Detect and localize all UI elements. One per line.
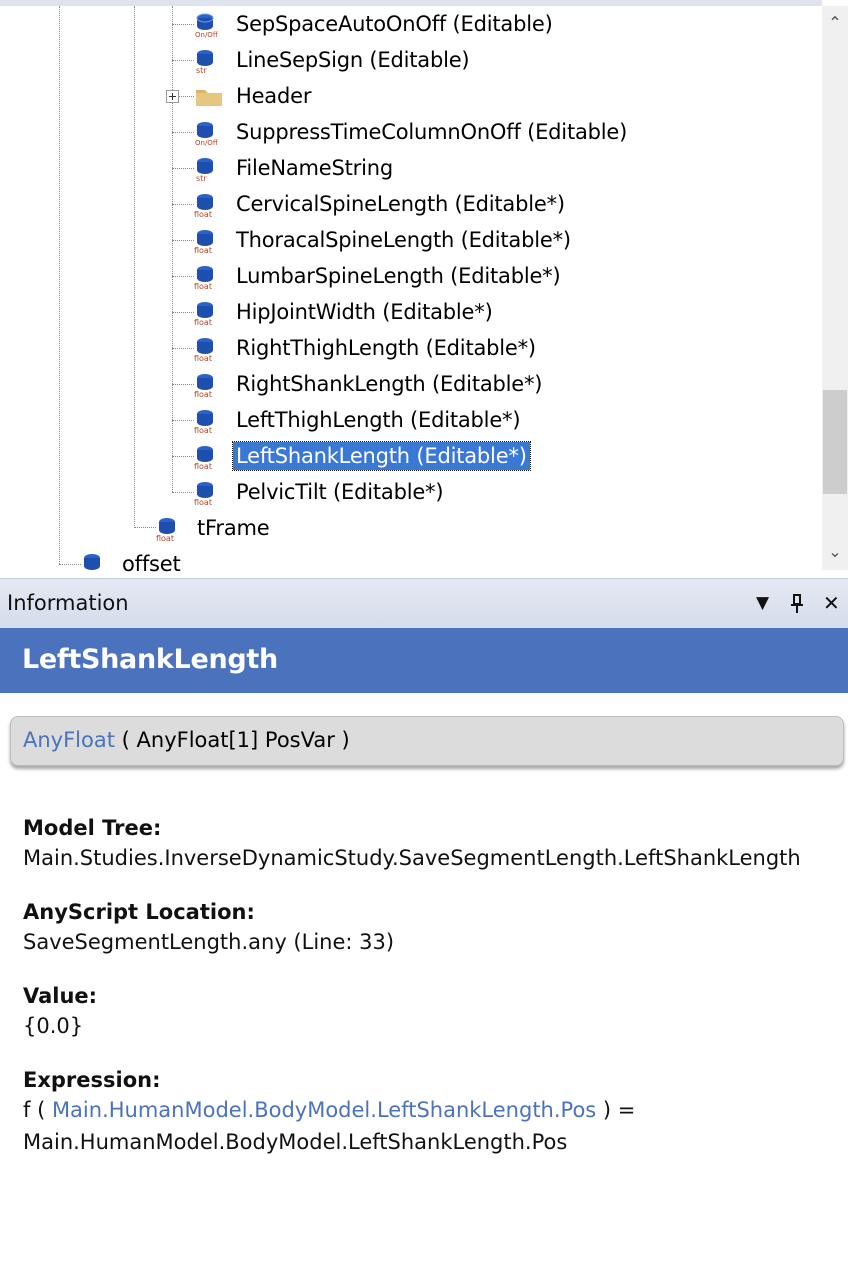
str-variable-icon: str: [193, 154, 223, 183]
tree-guide-line: [172, 384, 194, 385]
tree-guide-line: [172, 492, 194, 493]
onoff-variable-icon: On/Off: [193, 10, 223, 39]
svg-text:float: float: [194, 462, 212, 470]
float-variable-icon: float: [193, 334, 223, 363]
tree-guide-line: [172, 276, 194, 277]
anyscript-location-link[interactable]: SaveSegmentLength.any (Line: 33): [23, 930, 394, 954]
model-tree-link[interactable]: Main.Studies.InverseDynamicStudy.SaveSeg…: [23, 846, 801, 870]
value-text: {0.0}: [23, 1014, 84, 1038]
float-variable-icon: float: [193, 262, 223, 291]
vertical-scrollbar[interactable]: ⌃ ⌄: [822, 6, 848, 570]
tree-node-label[interactable]: SuppressTimeColumnOnOff (Editable): [233, 118, 630, 146]
scroll-up-icon[interactable]: ⌃: [822, 10, 848, 36]
tree-node-label-selected[interactable]: LeftShankLength (Editable*): [232, 441, 531, 471]
float-variable-icon: float: [193, 370, 223, 399]
expression-line: f ( Main.HumanModel.BodyModel.LeftShankL…: [23, 1098, 635, 1122]
tree-node-label[interactable]: LeftThighLength (Editable*): [233, 406, 523, 434]
tree-guide-line: [134, 527, 156, 528]
tree-guide-line: [178, 96, 194, 97]
type-detail: ( AnyFloat[1] PosVar ): [114, 728, 350, 752]
float-variable-icon: float: [193, 478, 223, 507]
tree-guide-line: [172, 132, 194, 133]
tree-node-label[interactable]: LumbarSpineLength (Editable*): [233, 262, 563, 290]
float-variable-icon: [80, 550, 110, 574]
svg-text:float: float: [194, 282, 212, 290]
svg-text:str: str: [196, 174, 207, 182]
svg-text:float: float: [194, 426, 212, 434]
tree-node-label[interactable]: RightShankLength (Editable*): [233, 370, 545, 398]
tree-node-label[interactable]: LineSepSign (Editable): [233, 46, 472, 74]
svg-text:float: float: [194, 498, 212, 506]
object-name: LeftShankLength: [22, 644, 278, 675]
tree-node-label[interactable]: FileNameString: [233, 154, 396, 182]
svg-text:float: float: [194, 210, 212, 218]
tree-guide-line: [172, 240, 194, 241]
expression-label: Expression:: [23, 1068, 161, 1092]
tree-guide-line: [172, 24, 194, 25]
tree-guide-line: [134, 6, 135, 526]
tree-node-label[interactable]: tFrame: [194, 514, 272, 542]
onoff-variable-icon: On/Off: [193, 118, 223, 147]
str-variable-icon: str: [193, 46, 223, 75]
scrollbar-thumb[interactable]: [823, 390, 847, 494]
scroll-down-icon[interactable]: ⌄: [822, 539, 848, 565]
svg-text:On/Off: On/Off: [195, 31, 218, 38]
float-variable-icon: float: [155, 514, 185, 543]
tree-node-label[interactable]: PelvicTilt (Editable*): [233, 478, 446, 506]
information-panel-title: Information: [7, 591, 129, 615]
tree-guide-line: [172, 348, 194, 349]
anyscript-location-label: AnyScript Location:: [23, 900, 255, 924]
svg-text:float: float: [194, 390, 212, 398]
tree-node-label[interactable]: RightThighLength (Editable*): [233, 334, 539, 362]
type-link[interactable]: AnyFloat: [23, 728, 115, 752]
type-description: AnyFloat ( AnyFloat[1] PosVar ): [23, 728, 350, 752]
float-variable-icon: float: [193, 226, 223, 255]
tree-guide-line: [172, 60, 194, 61]
svg-text:float: float: [194, 246, 212, 254]
svg-text:float: float: [194, 318, 212, 326]
expand-icon[interactable]: [166, 90, 179, 103]
float-variable-icon: float: [193, 442, 223, 471]
tree-guide-line: [172, 420, 194, 421]
dropdown-icon[interactable]: ▼: [756, 589, 769, 617]
tree-node-label[interactable]: ThoracalSpineLength (Editable*): [233, 226, 574, 254]
object-title-bar: LeftShankLength: [0, 628, 848, 693]
tree-node-label-header[interactable]: Header: [233, 82, 314, 110]
svg-text:On/Off: On/Off: [195, 139, 218, 146]
tree-guide-line: [172, 168, 194, 169]
value-label: Value:: [23, 984, 98, 1008]
svg-text:float: float: [156, 534, 174, 542]
expression-argument-link[interactable]: Main.HumanModel.BodyModel.LeftShankLengt…: [52, 1098, 596, 1122]
tree-guide-line: [172, 456, 194, 457]
svg-text:str: str: [196, 66, 207, 74]
tree-top-edge: [0, 0, 822, 6]
expression-suffix: ) =: [596, 1098, 636, 1122]
expression-result-link[interactable]: Main.HumanModel.BodyModel.LeftShankLengt…: [23, 1130, 567, 1154]
tree-guide-line: [59, 6, 60, 564]
model-tree-pane[interactable]: On/Off SepSpaceAutoOnOff (Editable) str …: [0, 0, 848, 574]
tree-guide-line: [59, 564, 81, 565]
float-variable-icon: float: [193, 190, 223, 219]
tree-guide-line: [172, 204, 194, 205]
pin-icon[interactable]: [789, 589, 805, 622]
svg-text:float: float: [194, 354, 212, 362]
tree-node-label[interactable]: HipJointWidth (Editable*): [233, 298, 496, 326]
tree-node-label[interactable]: offset: [119, 550, 184, 574]
tree-guide-line: [172, 312, 194, 313]
float-variable-icon: float: [193, 406, 223, 435]
type-box: AnyFloat ( AnyFloat[1] PosVar ): [10, 716, 844, 766]
tree-node-label[interactable]: SepSpaceAutoOnOff (Editable): [233, 10, 556, 38]
folder-icon: [194, 82, 224, 110]
tree-node-label[interactable]: CervicalSpineLength (Editable*): [233, 190, 568, 218]
information-panel-header: Information ▼ ✕: [0, 578, 848, 629]
close-icon[interactable]: ✕: [823, 589, 840, 617]
float-variable-icon: float: [193, 298, 223, 327]
expression-prefix: f (: [23, 1098, 52, 1122]
model-tree-label: Model Tree:: [23, 816, 162, 840]
